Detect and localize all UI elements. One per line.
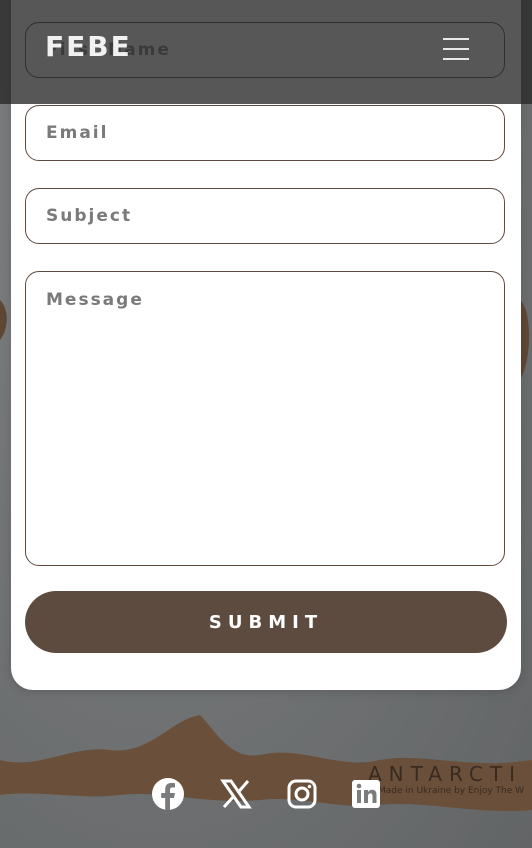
- facebook-icon: [152, 778, 184, 810]
- site-logo[interactable]: FEBE: [45, 30, 132, 63]
- site-header: FEBE: [0, 0, 532, 104]
- linkedin-link[interactable]: [348, 776, 384, 812]
- social-links: [150, 776, 390, 816]
- x-twitter-link[interactable]: [218, 776, 254, 812]
- map-label: ANTARCTI: [368, 762, 522, 786]
- message-field[interactable]: [25, 271, 505, 566]
- subject-field[interactable]: [25, 188, 505, 244]
- facebook-link[interactable]: [150, 776, 186, 812]
- hamburger-icon: [443, 38, 469, 40]
- menu-button[interactable]: [440, 34, 472, 64]
- instagram-link[interactable]: [284, 776, 320, 812]
- instagram-icon: [287, 779, 317, 809]
- linkedin-icon: [352, 780, 380, 808]
- email-field[interactable]: [25, 105, 505, 161]
- submit-button[interactable]: SUBMIT: [25, 591, 507, 653]
- x-twitter-icon: [220, 779, 252, 809]
- map-sublabel: Made in Ukraine by Enjoy The W: [378, 786, 525, 796]
